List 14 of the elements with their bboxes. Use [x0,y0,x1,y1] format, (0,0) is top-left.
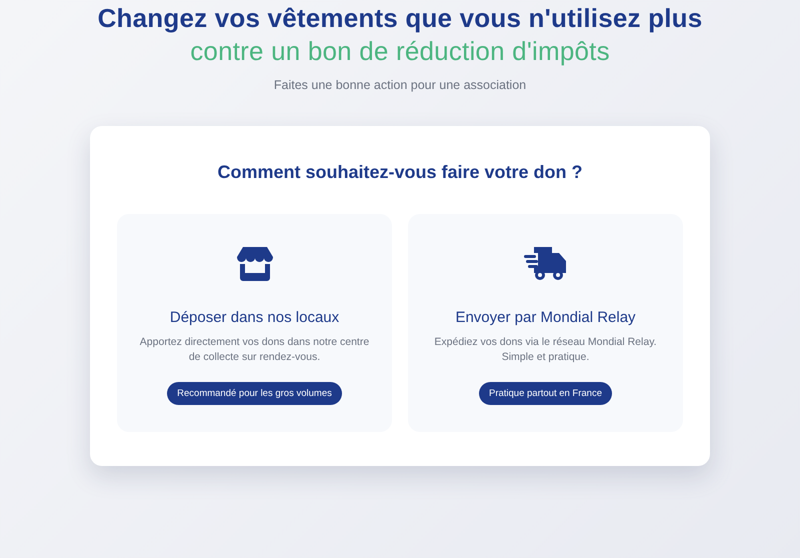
option-title: Envoyer par Mondial Relay [455,309,636,326]
truck-icon [524,247,568,281]
option-tag: Pratique partout en France [478,382,612,405]
option-card[interactable]: Envoyer par Mondial Relay Expédiez vos dons via le réseau Mondial Relay. Simple et pratique. Pratique partout en France [408,214,683,432]
option-description: Apportez directement vos dons dans notre centre de collecte sur rendez-vous. [138,335,370,365]
card-heading: Comment souhaitez-vous faire votre don ? [217,162,583,183]
option-tag: Recommandé pour les gros volumes [167,382,342,405]
page-title: Changez vos vêtements que vous n'utilisez plus [98,2,702,35]
option-title: Déposer dans nos locaux [170,309,340,326]
option-card[interactable]: Déposer dans nos locaux Apportez directement vos dons dans notre centre de collecte sur rendez-vous. Recommandé pour les gros volumes [117,214,392,432]
page-title: contre un bon de réduction d'impôts [190,35,610,68]
subtitle: Faites une bonne action pour une association [274,78,526,92]
option-description: Expédiez vos dons via le réseau Mondial Relay. Simple et pratique. [433,335,658,365]
store-icon [236,247,272,281]
